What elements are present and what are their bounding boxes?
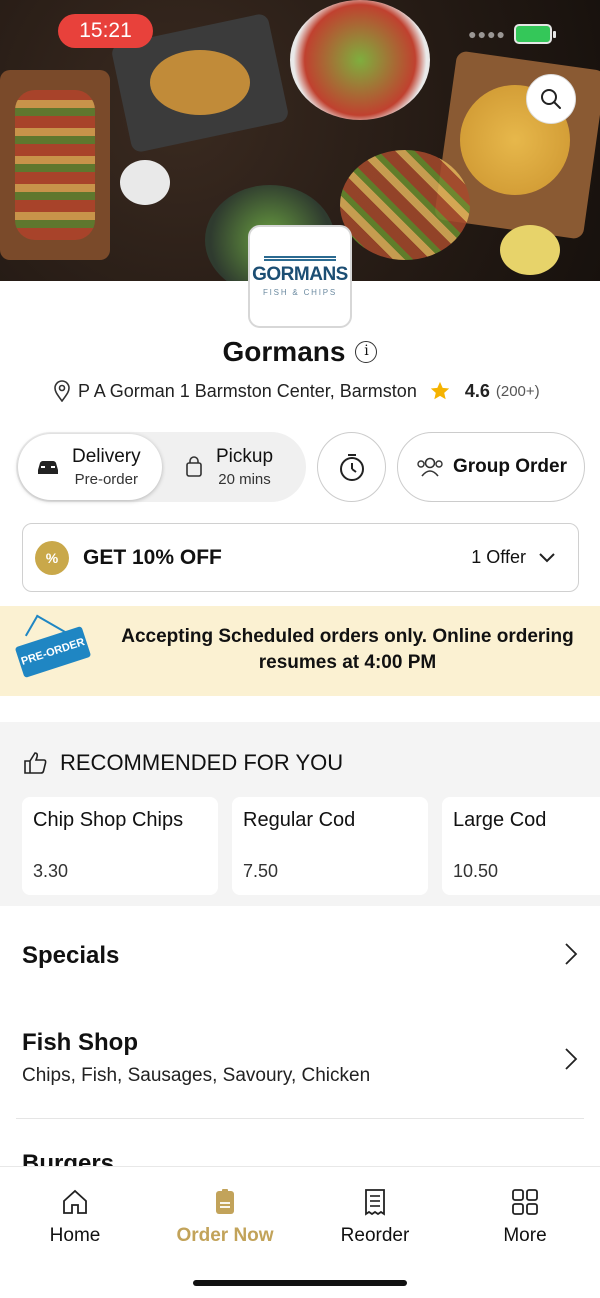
chevron-right-icon: [565, 943, 578, 965]
timer-icon: [339, 454, 364, 481]
logo-sub: FISH & CHIPS: [262, 288, 338, 297]
chevron-down-icon: [539, 552, 555, 562]
restaurant-name: Gormans: [222, 336, 346, 367]
tab-home[interactable]: Home: [0, 1187, 150, 1247]
signal-icon: ●●●●: [468, 26, 506, 42]
recommended-section: RECOMMENDED FOR YOU Chip Shop Chips 3.30…: [0, 722, 600, 906]
order-mode-toggle: Delivery Pre-order Pickup 20 mins: [16, 432, 306, 502]
item-price: 3.30: [33, 861, 69, 881]
category-fish-shop[interactable]: Fish Shop Chips, Fish, Sausages, Savoury…: [22, 1029, 586, 1087]
offer-bar[interactable]: % GET 10% OFF 1 Offer: [22, 523, 579, 592]
delivery-label: Delivery: [72, 446, 141, 467]
bottom-tab-bar: Home Order Now Reorder More: [0, 1166, 600, 1298]
group-order-label: Group Order: [452, 456, 567, 477]
battery-icon: [514, 24, 556, 44]
star-icon: [430, 381, 449, 400]
discount-badge-icon: %: [35, 540, 69, 575]
item-price: 10.50: [453, 861, 499, 881]
car-icon: [38, 461, 58, 474]
search-icon: [541, 89, 561, 109]
item-name: Large Cod: [453, 809, 547, 831]
search-button[interactable]: [526, 74, 576, 124]
grid-icon: [512, 1189, 538, 1215]
recommended-card[interactable]: Chip Shop Chips 3.30: [22, 797, 218, 895]
status-indicators: ●●●●: [468, 24, 556, 44]
tab-label: Order Now: [176, 1225, 274, 1246]
rating-value: 4.6: [464, 380, 490, 401]
category-title: Fish Shop: [22, 1029, 138, 1056]
thumbs-up-icon: [24, 752, 47, 774]
order-icon: [216, 1189, 234, 1214]
pickup-label: Pickup: [216, 446, 274, 467]
address-row: P A Gorman 1 Barmston Center, Barmston 4…: [52, 380, 540, 402]
logo-name: GORMANS: [252, 264, 348, 285]
pickup-option[interactable]: Pickup 20 mins: [184, 432, 273, 502]
category-specials[interactable]: Specials: [22, 942, 586, 970]
chevron-right-icon: [565, 1048, 578, 1070]
group-icon: [417, 457, 443, 477]
divider: [16, 1118, 584, 1119]
bag-icon: [186, 456, 202, 477]
recommended-card[interactable]: Regular Cod 7.50: [232, 797, 428, 895]
logo-fish-icon: [264, 256, 336, 261]
category-subtitle: Chips, Fish, Sausages, Savoury, Chicken: [22, 1065, 371, 1086]
banner-text: Accepting Scheduled orders only. Online …: [121, 626, 574, 673]
recommended-card[interactable]: Large Cod 10.50: [442, 797, 600, 895]
tab-order-now[interactable]: Order Now: [150, 1187, 300, 1247]
tab-label: Reorder: [340, 1225, 410, 1246]
schedule-button[interactable]: [317, 432, 386, 502]
tab-reorder[interactable]: Reorder: [300, 1187, 450, 1247]
offer-title: GET 10% OFF: [83, 545, 222, 569]
item-price: 7.50: [243, 861, 279, 881]
offer-count: 1 Offer: [471, 547, 526, 567]
restaurant-logo: GORMANS FISH & CHIPS: [248, 225, 352, 328]
home-icon: [63, 1189, 87, 1214]
location-pin-icon: [54, 380, 70, 402]
pickup-sub: 20 mins: [218, 471, 271, 488]
tab-label: More: [503, 1225, 547, 1246]
item-name: Regular Cod: [243, 809, 356, 831]
recommended-title: RECOMMENDED FOR YOU: [60, 750, 344, 775]
delivery-sub: Pre-order: [74, 471, 138, 488]
preorder-banner: PRE-ORDER Accepting Scheduled orders onl…: [0, 606, 600, 696]
group-order-button[interactable]: Group Order: [397, 432, 585, 502]
info-icon[interactable]: i: [355, 341, 378, 363]
delivery-option[interactable]: Delivery Pre-order: [18, 434, 162, 500]
status-time: 15:21: [58, 14, 153, 48]
home-indicator: [193, 1280, 407, 1286]
address-text: P A Gorman 1 Barmston Center, Barmston: [78, 380, 417, 401]
item-name: Chip Shop Chips: [33, 809, 184, 831]
receipt-icon: [365, 1189, 385, 1216]
category-title: Specials: [22, 942, 120, 969]
tab-label: Home: [49, 1225, 101, 1246]
review-count: (200+): [495, 382, 540, 400]
tab-more[interactable]: More: [450, 1187, 600, 1247]
